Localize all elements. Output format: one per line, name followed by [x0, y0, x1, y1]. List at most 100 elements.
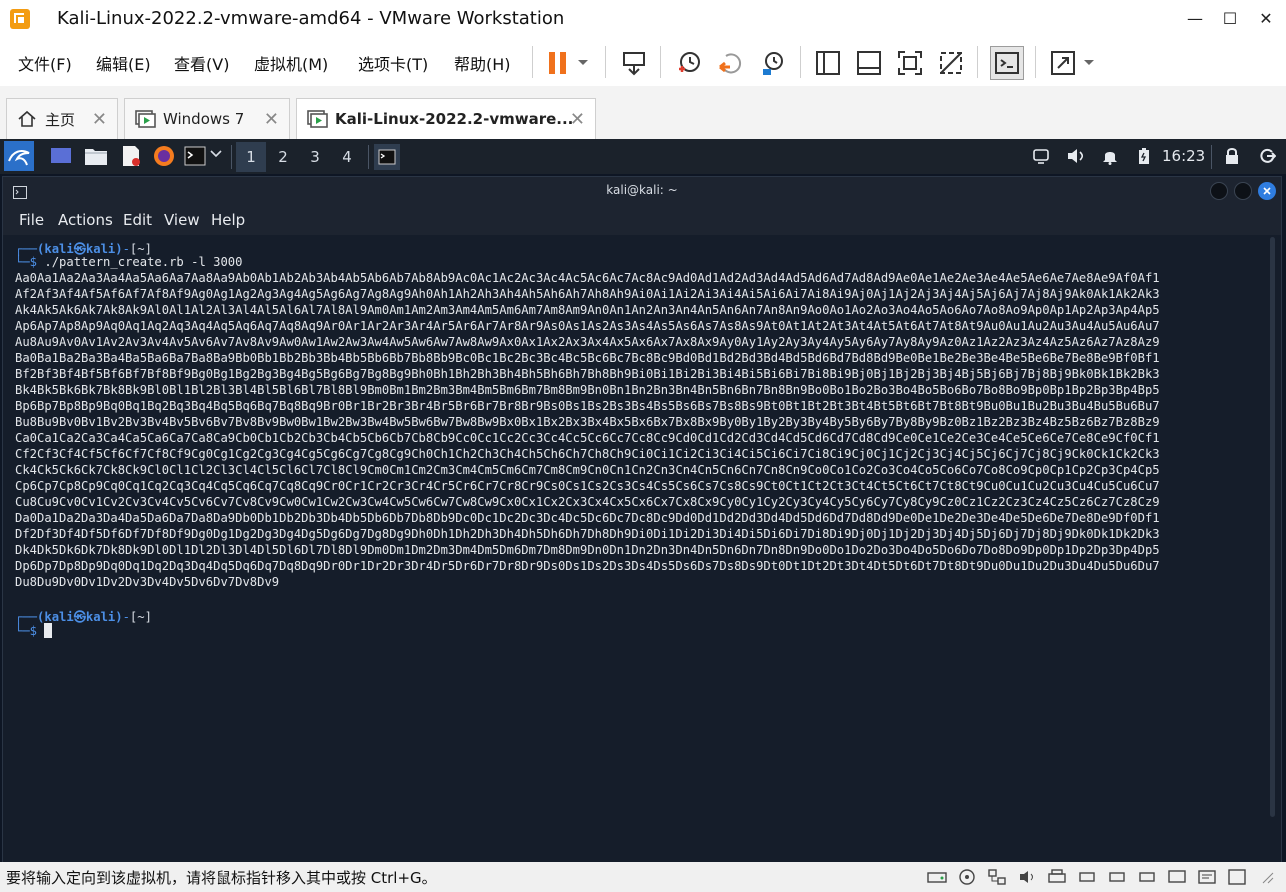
snapshot-button[interactable] [672, 46, 706, 80]
snapshot-manager-button[interactable] [756, 46, 790, 80]
prompt-corner: ┌── [15, 610, 38, 624]
power-dropdown-button[interactable] [572, 46, 594, 80]
close-button[interactable]: ✕ [1248, 4, 1284, 32]
toolbar-separator [1035, 46, 1036, 78]
output-line: Bf2Bf3Bf4Bf5Bf6Bf7Bf8Bf9Bg0Bg1Bg2Bg3Bg4B… [15, 367, 1160, 381]
lock-screen-icon[interactable] [1224, 147, 1240, 169]
usb-device-icon[interactable] [1106, 867, 1128, 887]
usb-device-icon[interactable] [1076, 867, 1098, 887]
terminal-scrollbar[interactable] [1270, 237, 1275, 817]
hard-disk-icon[interactable] [926, 867, 948, 887]
workspace-4[interactable]: 4 [332, 142, 362, 172]
workspace-3[interactable]: 3 [300, 142, 330, 172]
toolbar-separator [977, 46, 978, 78]
console-view-button[interactable] [990, 46, 1024, 80]
maximize-button[interactable]: ☐ [1212, 4, 1248, 32]
minimize-button[interactable]: — [1177, 4, 1213, 32]
menu-file[interactable]: 文件(F) [18, 51, 72, 75]
tab-home[interactable]: 主页 ✕ [6, 98, 118, 139]
status-message: 要将输入定向到该虚拟机，请将鼠标指针移入其中或按 Ctrl+G。 [6, 869, 437, 887]
sound-card-icon[interactable] [1016, 867, 1038, 887]
terminal-titlebar[interactable]: kali@kali: ~ [3, 177, 1281, 205]
send-ctrl-alt-del-button[interactable] [617, 46, 651, 80]
output-line: Da0Da1Da2Da3Da4Da5Da6Da7Da8Da9Db0Db1Db2D… [15, 511, 1160, 525]
printer-icon[interactable] [1046, 867, 1068, 887]
prompt-corner: ┌── [15, 242, 38, 256]
tab-close-icon[interactable]: ✕ [92, 109, 107, 130]
screen-icon[interactable] [1032, 147, 1050, 169]
show-thumbnail-bar-button[interactable] [852, 46, 886, 80]
menu-vm[interactable]: 虚拟机(M) [254, 51, 328, 75]
display-icon[interactable] [1166, 867, 1188, 887]
tab-close-icon[interactable]: ✕ [264, 109, 279, 130]
prompt-symbol: └─$ [15, 624, 45, 638]
logout-icon[interactable] [1258, 147, 1277, 169]
workspace-2[interactable]: 2 [268, 142, 298, 172]
toolbar-separator [800, 46, 801, 78]
revert-snapshot-icon [719, 53, 742, 74]
battery-icon[interactable] [1138, 147, 1150, 169]
show-library-button[interactable] [811, 46, 845, 80]
minimize-icon: — [1187, 8, 1203, 28]
prompt-directory: [~] [129, 610, 152, 624]
tab-label: Kali-Linux-2022.2-vmware... [335, 110, 574, 128]
terminal-maximize-button[interactable] [1234, 182, 1252, 200]
vm-running-icon [307, 110, 328, 128]
terminal-launcher-icon[interactable] [184, 146, 206, 166]
cd-drive-icon[interactable] [956, 867, 978, 887]
message-log-icon[interactable] [1196, 867, 1218, 887]
terminal-window[interactable]: kali@kali: ~ File Actions Edit View Help… [2, 176, 1282, 862]
close-icon [1263, 187, 1271, 195]
guest-display[interactable]: 1 2 3 4 16:23 kali@kali: ~ File Actions … [0, 139, 1286, 862]
text-editor-icon[interactable] [120, 145, 142, 167]
show-desktop-icon[interactable] [50, 146, 72, 166]
menu-view[interactable]: 查看(V) [174, 51, 229, 75]
tab-windows7[interactable]: Windows 7 ✕ [124, 98, 290, 139]
menu-edit[interactable]: 编辑(E) [96, 51, 151, 75]
terminal-icon [378, 149, 396, 165]
full-screen-button[interactable] [893, 46, 927, 80]
menu-help[interactable]: 帮助(H) [454, 51, 511, 75]
terminal-menu-file[interactable]: File [19, 211, 44, 229]
command-line[interactable]: └─$ [15, 623, 53, 638]
notifications-bell-icon[interactable] [1102, 147, 1118, 169]
taskbar-terminal-window[interactable] [374, 144, 400, 170]
volume-icon[interactable] [1066, 147, 1086, 169]
terminal-output[interactable]: ┌──(kali㉿kali)-[~] └─$ ./pattern_create.… [3, 235, 1281, 862]
sidebar-toggle-icon [816, 51, 840, 75]
prompt-user-host: (kali㉿kali) [37, 610, 123, 624]
stretch-guest-button[interactable] [1046, 46, 1080, 80]
tab-kali-linux[interactable]: Kali-Linux-2022.2-vmware... ✕ [296, 98, 596, 139]
terminal-close-button[interactable] [1258, 182, 1276, 200]
revert-snapshot-button[interactable] [714, 46, 748, 80]
chevron-down-icon[interactable] [210, 149, 224, 163]
panel-separator [231, 145, 232, 169]
vm-running-icon [135, 110, 156, 128]
kali-menu-icon[interactable] [4, 141, 34, 171]
output-line: Ak4Ak5Ak6Ak7Ak8Ak9Al0Al1Al2Al3Al4Al5Al6A… [15, 303, 1160, 317]
terminal-minimize-button[interactable] [1210, 182, 1228, 200]
terminal-menu-help[interactable]: Help [211, 211, 245, 229]
output-line: Ca0Ca1Ca2Ca3Ca4Ca5Ca6Ca7Ca8Ca9Cb0Cb1Cb2C… [15, 431, 1160, 445]
pause-icon [549, 52, 566, 74]
terminal-menu-actions[interactable]: Actions [58, 211, 113, 229]
snapshot-manager-icon [763, 52, 783, 75]
resize-grip-icon[interactable] [1256, 867, 1278, 887]
fullscreen-toggle-icon[interactable] [1226, 867, 1248, 887]
terminal-menu-view[interactable]: View [164, 211, 200, 229]
terminal-menu-edit[interactable]: Edit [123, 211, 152, 229]
stretch-dropdown-button[interactable] [1078, 46, 1100, 80]
file-manager-icon[interactable] [84, 145, 108, 167]
usb-device-icon[interactable] [1136, 867, 1158, 887]
maximize-icon: ☐ [1222, 8, 1238, 28]
tab-close-icon[interactable]: ✕ [570, 109, 585, 130]
unity-button[interactable] [934, 46, 968, 80]
firefox-icon[interactable] [152, 144, 176, 168]
vmware-statusbar: 要将输入定向到该虚拟机，请将鼠标指针移入其中或按 Ctrl+G。 [0, 862, 1286, 892]
workspace-1[interactable]: 1 [236, 142, 266, 172]
menu-tabs[interactable]: 选项卡(T) [358, 51, 428, 75]
home-icon [18, 110, 36, 127]
panel-clock[interactable]: 16:23 [1162, 147, 1205, 165]
network-adapter-icon[interactable] [986, 867, 1008, 887]
pause-button[interactable] [541, 46, 575, 80]
